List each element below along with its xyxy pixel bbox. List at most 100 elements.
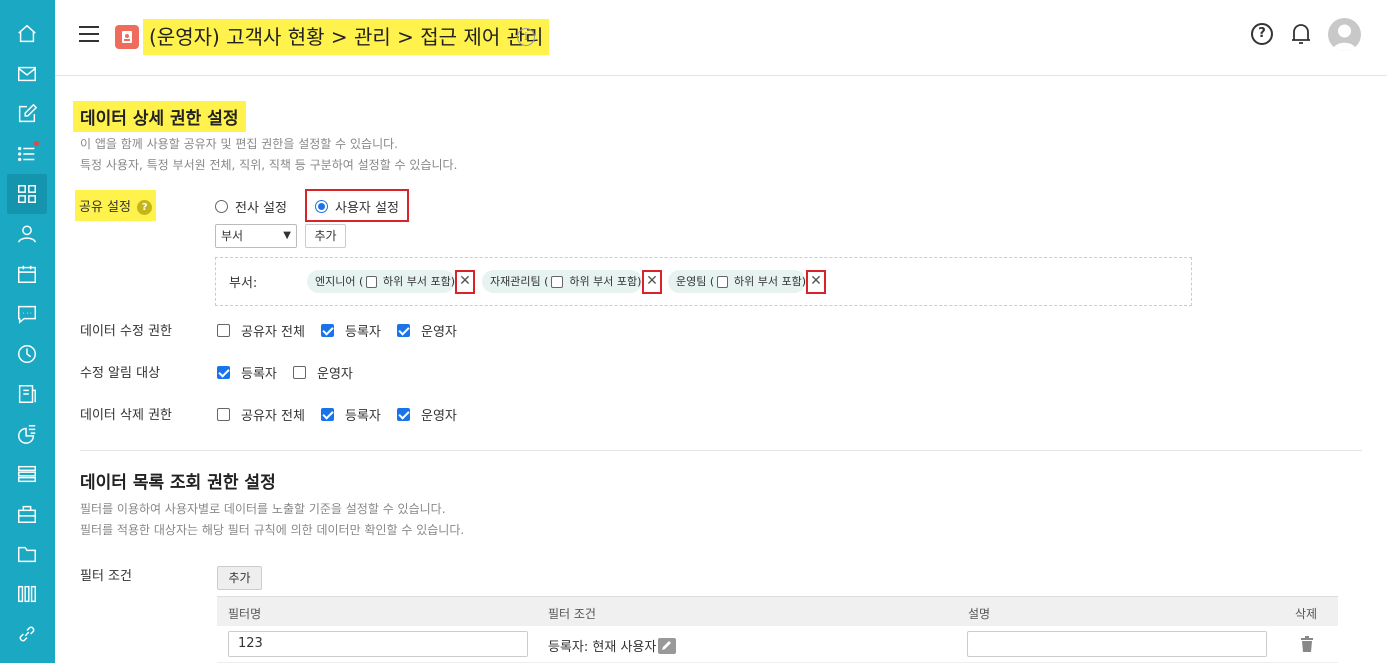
main-content: 데이터 상세 권한 설정 이 앱을 함께 사용할 공유자 및 편집 권한을 설정… [55, 77, 1387, 663]
include-sub-checkbox[interactable] [717, 275, 728, 288]
checkbox-label: 등록자 [345, 325, 381, 340]
chip-name: 운영팀 ( [676, 275, 715, 288]
stack-icon[interactable] [7, 454, 47, 494]
checkbox-checked[interactable] [321, 408, 334, 421]
clock-icon[interactable] [7, 334, 47, 374]
filter-name-input[interactable]: 123 [228, 631, 528, 657]
share-setting-label: 공유 설정 ? [75, 190, 157, 221]
mail-icon[interactable] [7, 54, 47, 94]
chip-sub-label: 하위 부서 포함) [569, 275, 642, 288]
calendar-icon[interactable] [7, 254, 47, 294]
edit-perm-all[interactable]: 공유자 전체 [217, 321, 305, 340]
checkbox[interactable] [217, 408, 230, 421]
briefcase-icon[interactable] [7, 494, 47, 534]
notify-registrant[interactable]: 등록자 [217, 363, 277, 382]
remove-chip-button[interactable]: ✕ [806, 270, 826, 294]
include-sub-checkbox[interactable] [551, 275, 564, 288]
board-icon[interactable] [7, 374, 47, 414]
pencil-icon[interactable] [658, 637, 677, 654]
books-icon[interactable] [7, 574, 47, 614]
list-desc-line1: 필터를 이용하여 사용자별로 데이터를 노출할 기준을 설정할 수 있습니다. [80, 502, 446, 516]
filter-table: 필터명 필터 조건 설명 삭제 123 등록자: 현재 사용자 [217, 596, 1338, 663]
col-filter-name: 필터명 [228, 607, 262, 621]
checkbox-label: 공유자 전체 [241, 409, 305, 424]
link-icon[interactable] [7, 614, 47, 654]
table-row: 123 등록자: 현재 사용자 [217, 626, 1338, 663]
checkbox-checked[interactable] [397, 408, 410, 421]
sidebar [0, 0, 55, 663]
filter-condition: 등록자: 현재 사용자 [548, 636, 677, 655]
edit-perm-registrant[interactable]: 등록자 [321, 321, 381, 340]
help-icon[interactable]: ? [137, 200, 153, 215]
header: (운영자) 고객사 현황 > 관리 > 접근 제어 관리 i ? [55, 0, 1387, 76]
chevron-down-icon: ▼ [283, 230, 291, 241]
home-icon[interactable] [7, 14, 47, 54]
info-icon[interactable]: i [517, 28, 535, 46]
notification-dot [34, 141, 39, 146]
folder-icon[interactable] [7, 534, 47, 574]
dept-chip-engineer: 엔지니어 ( 하위 부서 포함) [307, 270, 455, 293]
apps-grid-icon[interactable] [7, 174, 47, 214]
description-input[interactable] [967, 631, 1267, 657]
avatar[interactable] [1328, 17, 1361, 51]
add-filter-button[interactable]: 추가 [217, 566, 262, 590]
radio-company-wide[interactable]: 전사 설정 [215, 197, 287, 216]
radio-button[interactable] [215, 200, 228, 213]
bell-icon[interactable] [1290, 22, 1312, 46]
delete-perm-all[interactable]: 공유자 전체 [217, 405, 305, 424]
select-value: 부서 [221, 229, 244, 243]
menu-icon[interactable] [79, 26, 99, 44]
filter-condition-text: 등록자: 현재 사용자 [548, 640, 657, 655]
trash-icon[interactable] [1300, 636, 1314, 652]
help-icon[interactable]: ? [1251, 23, 1273, 45]
chip-name: 엔지니어 ( [315, 275, 364, 288]
col-filter-condition: 필터 조건 [548, 607, 596, 621]
dept-chip-operations: 운영팀 ( 하위 부서 포함) [668, 270, 806, 293]
notify-label: 수정 알림 대상 [80, 366, 161, 381]
share-setting-text: 공유 설정 [79, 200, 131, 215]
add-dept-button[interactable]: 추가 [305, 224, 346, 248]
radio-user-setting[interactable]: 사용자 설정 [315, 197, 399, 216]
delete-perm-label: 데이터 삭제 권한 [80, 408, 172, 423]
dept-chip-materials: 자재관리팀 ( 하위 부서 포함) [482, 270, 642, 293]
list-desc-line2: 필터를 적용한 대상자는 해당 필터 규칙에 의한 데이터만 확인할 수 있습니… [80, 523, 465, 537]
checkbox-label: 등록자 [345, 409, 381, 424]
table-header: 필터명 필터 조건 설명 삭제 [217, 596, 1338, 626]
checkbox-label: 운영자 [421, 325, 457, 340]
chip-name: 자재관리팀 ( [490, 275, 549, 288]
radio-label: 사용자 설정 [335, 201, 399, 216]
checkbox-checked[interactable] [217, 366, 230, 379]
report-icon[interactable] [7, 414, 47, 454]
col-delete: 삭제 [1295, 607, 1318, 621]
radio-button-selected[interactable] [315, 200, 328, 213]
notify-operator[interactable]: 운영자 [293, 363, 353, 382]
header-actions: ? [1251, 17, 1361, 51]
checkbox-checked[interactable] [397, 324, 410, 337]
include-sub-checkbox[interactable] [366, 275, 377, 288]
checkbox-label: 운영자 [317, 367, 353, 382]
page-title: (운영자) 고객사 현황 > 관리 > 접근 제어 관리 [143, 19, 550, 55]
checkbox[interactable] [217, 324, 230, 337]
person-icon[interactable] [7, 214, 47, 254]
checkbox-checked[interactable] [321, 324, 334, 337]
detail-desc-line2: 특정 사용자, 특정 부서원 전체, 직위, 직책 등 구분하여 설정할 수 있… [80, 158, 458, 172]
col-description: 설명 [968, 607, 991, 621]
checkbox-label: 운영자 [421, 409, 457, 424]
dept-label: 부서: [229, 276, 258, 291]
checkbox-label: 공유자 전체 [241, 325, 305, 340]
delete-perm-registrant[interactable]: 등록자 [321, 405, 381, 424]
edit-perm-operator[interactable]: 운영자 [397, 321, 457, 340]
checkbox[interactable] [293, 366, 306, 379]
chip-sub-label: 하위 부서 포함) [382, 275, 455, 288]
delete-perm-operator[interactable]: 운영자 [397, 405, 457, 424]
chat-icon[interactable] [7, 294, 47, 334]
remove-chip-button[interactable]: ✕ [642, 270, 662, 294]
dept-type-select[interactable]: 부서 ▼ [215, 224, 297, 248]
chip-sub-label: 하위 부서 포함) [733, 275, 806, 288]
section-divider [80, 450, 1362, 451]
detail-desc-line1: 이 앱을 함께 사용할 공유자 및 편집 권한을 설정할 수 있습니다. [80, 137, 398, 151]
remove-chip-button[interactable]: ✕ [455, 270, 475, 294]
edit-icon[interactable] [7, 94, 47, 134]
dept-list-box: 부서: 엔지니어 ( 하위 부서 포함) ✕ 자재관리팀 ( 하위 부서 포함)… [215, 257, 1192, 306]
list-icon[interactable] [7, 134, 47, 174]
